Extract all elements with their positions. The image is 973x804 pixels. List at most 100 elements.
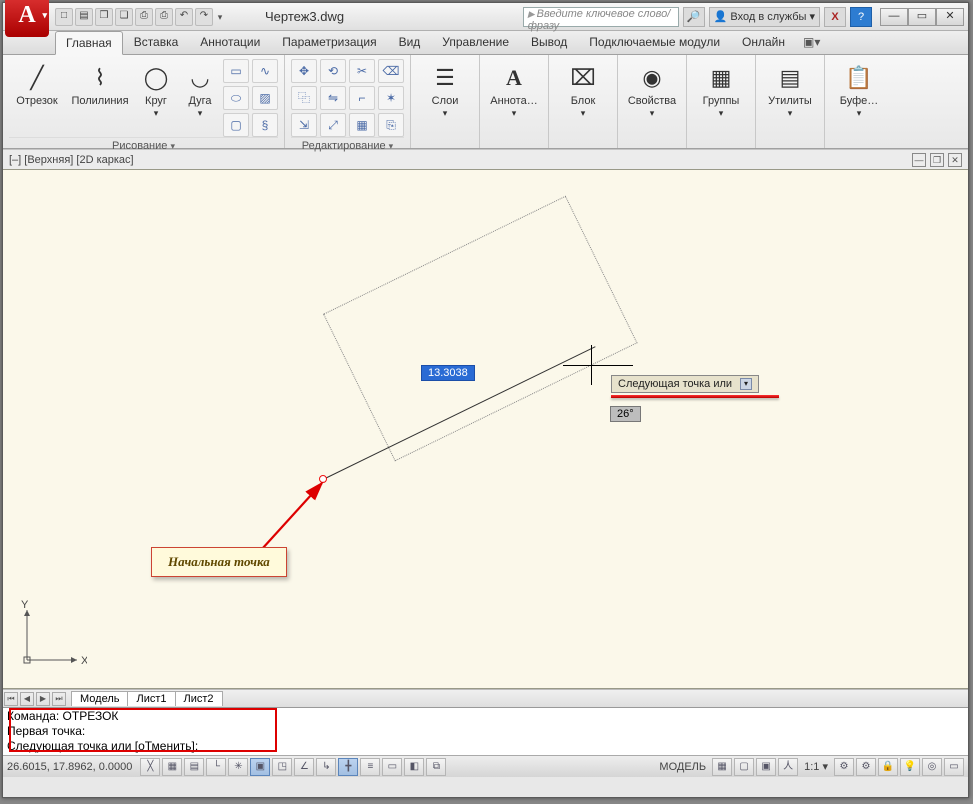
layout-nav-prev-icon[interactable]: ◀ [20, 692, 34, 706]
modify-copy[interactable]: ⿻ [291, 86, 317, 110]
layout-tab-model[interactable]: Модель [71, 691, 128, 706]
command-window[interactable]: Команда: ОТРЕЗОК Первая точка: Следующая… [3, 707, 968, 755]
help-icon[interactable]: ? [850, 7, 872, 27]
status-annovisibility-icon[interactable]: ⚙ [834, 758, 854, 776]
viewport-close-icon[interactable]: ✕ [948, 153, 962, 167]
utilities-button[interactable]: ▤Утилиты▾ [762, 59, 818, 121]
tab-manage[interactable]: Управление [431, 30, 520, 54]
status-toggle-polar[interactable]: ✳ [228, 758, 248, 776]
qat-save-icon[interactable]: ❒ [95, 8, 113, 26]
modify-move[interactable]: ✥ [291, 59, 317, 83]
app-menu-button[interactable]: A▾ [5, 0, 49, 37]
status-toggle-infer[interactable]: ╳ [140, 758, 160, 776]
properties-button[interactable]: ◉Свойства▾ [624, 59, 680, 121]
layers-button[interactable]: ☰Слои▾ [417, 59, 473, 121]
status-toggle-sc[interactable]: ⧉ [426, 758, 446, 776]
tab-insert[interactable]: Вставка [123, 30, 190, 54]
status-toggle-lwt[interactable]: ≡ [360, 758, 380, 776]
qat-open-icon[interactable]: ▤ [75, 8, 93, 26]
viewport-minimize-icon[interactable]: — [912, 153, 926, 167]
tab-online[interactable]: Онлайн [731, 30, 796, 54]
qat-undo-icon[interactable]: ↶ [175, 8, 193, 26]
layout-nav-last-icon[interactable]: ⏭ [52, 692, 66, 706]
tab-home[interactable]: Главная [55, 31, 123, 55]
status-toggle-tpy[interactable]: ▭ [382, 758, 402, 776]
viewport-label[interactable]: [–] [Верхняя] [2D каркас] [9, 154, 134, 166]
modify-scale[interactable]: ⤢ [320, 113, 346, 137]
drawing-canvas[interactable]: 13.3038 26° Следующая точка или ▾ Началь… [3, 169, 968, 689]
circle-button[interactable]: ◯ Круг▾ [135, 59, 177, 121]
status-toggle-grid[interactable]: ▤ [184, 758, 204, 776]
layout-nav-next-icon[interactable]: ▶ [36, 692, 50, 706]
status-toggle-osnap[interactable]: ▣ [250, 758, 270, 776]
draw-small-helix[interactable]: § [252, 113, 278, 137]
status-workspace-icon[interactable]: ⚙ [856, 758, 876, 776]
draw-small-ellipse[interactable]: ⬭ [223, 86, 249, 110]
modify-rotate[interactable]: ⟲ [320, 59, 346, 83]
polyline-button[interactable]: ⌇ Полилиния [67, 59, 133, 109]
block-button[interactable]: ⌧Блок▾ [555, 59, 611, 121]
layout-tab-sheet1[interactable]: Лист1 [127, 691, 175, 706]
status-toggle-dyn[interactable]: ╋ [338, 758, 358, 776]
minimize-button[interactable]: — [880, 8, 908, 26]
command-prompt[interactable]: Следующая точка или [оТменить]: [7, 739, 964, 754]
modify-erase[interactable]: ⌫ [378, 59, 404, 83]
qat-redo-icon[interactable]: ↷ [195, 8, 213, 26]
tab-output[interactable]: Вывод [520, 30, 578, 54]
dynamic-distance-input[interactable]: 13.3038 [421, 365, 475, 381]
status-toggle-ortho[interactable]: └ [206, 758, 226, 776]
status-toggle-ducs[interactable]: ↳ [316, 758, 336, 776]
status-scale[interactable]: 1:1 ▾ [800, 760, 832, 773]
sign-in-button[interactable]: 👤 Вход в службы ▾ [709, 7, 820, 27]
status-toolbar-lock-icon[interactable]: 🔒 [878, 758, 898, 776]
draw-small-hatch[interactable]: ▨ [252, 86, 278, 110]
draw-small-rectangle[interactable]: ▭ [223, 59, 249, 83]
close-button[interactable]: ✕ [936, 8, 964, 26]
qat-plot-icon[interactable]: ⎙ [135, 8, 153, 26]
clipboard-button[interactable]: 📋Буфе…▾ [831, 59, 887, 121]
status-space-label[interactable]: МОДЕЛЬ [655, 761, 710, 773]
status-cleanscreen-icon[interactable]: ▭ [944, 758, 964, 776]
status-isolate-icon[interactable]: ◎ [922, 758, 942, 776]
line-button[interactable]: ╱ Отрезок [9, 59, 65, 109]
draw-small-spline[interactable]: ∿ [252, 59, 278, 83]
viewport-restore-icon[interactable]: ❐ [930, 153, 944, 167]
arc-button[interactable]: ◡ Дуга▾ [179, 59, 221, 121]
layout-nav-first-icon[interactable]: ⏮ [4, 692, 18, 706]
maximize-button[interactable]: ▭ [908, 8, 936, 26]
tab-annotate[interactable]: Аннотации [189, 30, 271, 54]
search-input[interactable]: Введите ключевое слово/фразу [523, 7, 679, 27]
status-toggle-qp[interactable]: ◧ [404, 758, 424, 776]
status-hardware-accel-icon[interactable]: 💡 [900, 758, 920, 776]
draw-small-region[interactable]: ▢ [223, 113, 249, 137]
status-toggle-snap[interactable]: ▦ [162, 758, 182, 776]
status-coordinates[interactable]: 26.6015, 17.8962, 0.0000 [7, 761, 132, 773]
modify-offset[interactable]: ⎘ [378, 113, 404, 137]
annotation-button[interactable]: AАннота…▾ [486, 59, 542, 121]
qat-new-icon[interactable]: □ [55, 8, 73, 26]
modify-trim[interactable]: ✂ [349, 59, 375, 83]
status-toggle-3dosnap[interactable]: ◳ [272, 758, 292, 776]
status-quickview-layouts-icon[interactable]: ▢ [734, 758, 754, 776]
ribbon-minimize-icon[interactable]: ▣▾ [796, 30, 827, 54]
modify-explode[interactable]: ✶ [378, 86, 404, 110]
status-toggle-otrack[interactable]: ∠ [294, 758, 314, 776]
exchange-icon[interactable]: X [824, 7, 846, 27]
groups-button[interactable]: ▦Группы▾ [693, 59, 749, 121]
status-annoscale-icon[interactable]: 人 [778, 758, 798, 776]
tab-view[interactable]: Вид [388, 30, 432, 54]
qat-preview-icon[interactable]: ⎙ [155, 8, 173, 26]
status-quickview-drawings-icon[interactable]: ▣ [756, 758, 776, 776]
modify-array[interactable]: ▦ [349, 113, 375, 137]
modify-stretch[interactable]: ⇲ [291, 113, 317, 137]
qat-customize-icon[interactable]: ▾ [215, 8, 225, 26]
tab-parametric[interactable]: Параметризация [271, 30, 387, 54]
infocenter-search-icon[interactable]: 🔎 [683, 7, 705, 27]
layout-tab-sheet2[interactable]: Лист2 [175, 691, 223, 706]
tab-plugins[interactable]: Подключаемые модули [578, 30, 731, 54]
modify-fillet[interactable]: ⌐ [349, 86, 375, 110]
prompt-menu-icon[interactable]: ▾ [740, 378, 752, 390]
status-grid-display-icon[interactable]: ▦ [712, 758, 732, 776]
modify-mirror[interactable]: ⇋ [320, 86, 346, 110]
qat-saveas-icon[interactable]: ❏ [115, 8, 133, 26]
